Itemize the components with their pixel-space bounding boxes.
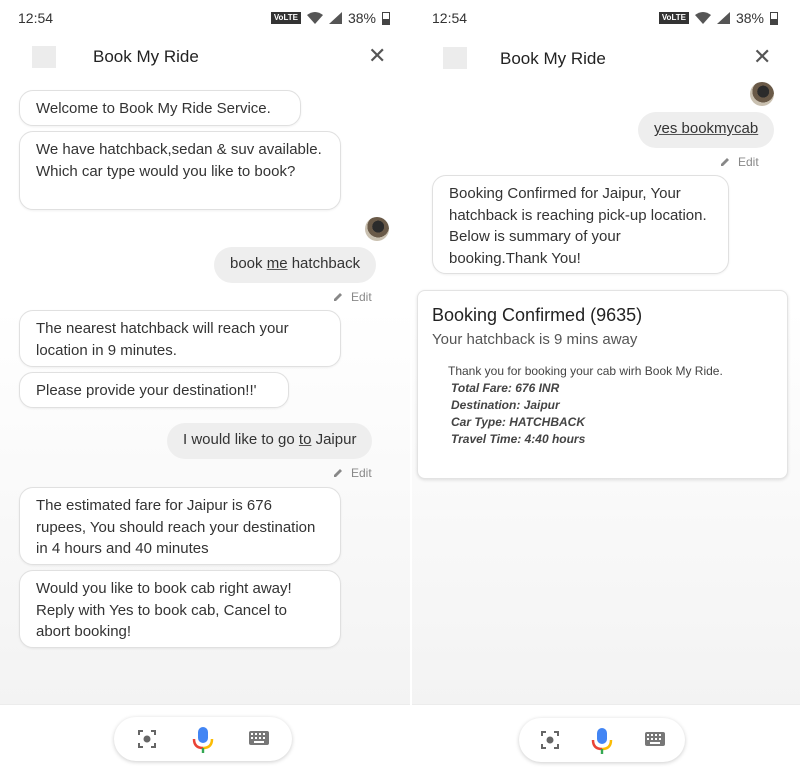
input-bar <box>412 704 800 770</box>
wifi-icon <box>306 12 323 24</box>
lens-icon[interactable] <box>539 729 561 751</box>
card-subtitle: Your hatchback is 9 mins away <box>432 331 638 348</box>
keyboard-icon[interactable] <box>248 730 270 746</box>
total-fare: Total Fare: 676 INR <box>451 381 560 395</box>
bot-message: The nearest hatchback will reach your lo… <box>19 310 341 367</box>
mic-icon[interactable] <box>591 727 613 755</box>
app-logo <box>32 46 56 68</box>
avatar <box>750 82 774 106</box>
pencil-icon <box>334 469 342 477</box>
wifi-icon <box>694 12 711 24</box>
bot-message: Booking Confirmed for Jaipur, Your hatch… <box>432 175 729 274</box>
conversation-screen-right: 12:54 VoLTE 38% Book My Ride ✕ yes bookm… <box>412 0 800 770</box>
travel-time: Travel Time: 4:40 hours <box>451 432 586 446</box>
bot-message: The estimated fare for Jaipur is 676 rup… <box>19 487 341 565</box>
user-message[interactable]: book me hatchback <box>214 247 377 283</box>
pencil-icon <box>334 293 342 301</box>
edit-button[interactable]: Edit <box>333 290 372 304</box>
bot-message: Would you like to book cab right away! R… <box>19 570 341 648</box>
user-message[interactable]: I would like to go to Jaipur <box>167 423 373 459</box>
signal-icon <box>328 12 342 24</box>
card-body: Thank you for booking your cab wirh Book… <box>448 363 723 448</box>
conversation-screen-left: 12:54 VoLTE 38% Book My Ride ✕ Welcome t… <box>0 0 410 770</box>
edit-button[interactable]: Edit <box>720 155 759 169</box>
app-header: Book My Ride ✕ <box>0 40 410 74</box>
status-time: 12:54 <box>432 10 468 26</box>
assistant-input-pill <box>519 718 685 762</box>
app-title: Book My Ride <box>500 49 606 68</box>
signal-icon <box>716 12 730 24</box>
app-title: Book My Ride <box>93 47 199 66</box>
bot-message: Welcome to Book My Ride Service. <box>19 90 301 126</box>
bot-message: We have hatchback,sedan & suv available.… <box>19 131 341 210</box>
keyboard-icon[interactable] <box>644 731 666 747</box>
status-time: 12:54 <box>18 10 54 26</box>
car-type: Car Type: HATCHBACK <box>451 415 586 429</box>
volte-icon: VoLTE <box>270 12 301 24</box>
battery-icon <box>770 11 778 25</box>
mic-icon[interactable] <box>192 726 214 754</box>
close-icon[interactable]: ✕ <box>368 45 386 67</box>
user-message[interactable]: yes bookmycab <box>638 112 775 148</box>
battery-icon <box>382 11 390 25</box>
input-bar <box>0 704 410 770</box>
assistant-input-pill <box>114 717 292 761</box>
close-icon[interactable]: ✕ <box>753 46 771 68</box>
status-bar: 12:54 VoLTE 38% <box>412 0 800 34</box>
booking-summary-card: Booking Confirmed (9635) Your hatchback … <box>417 290 788 479</box>
battery-percent: 38% <box>347 10 376 26</box>
edit-button[interactable]: Edit <box>333 466 372 480</box>
destination: Destination: Jaipur <box>451 398 560 412</box>
pencil-icon <box>721 158 729 166</box>
lens-icon[interactable] <box>136 728 158 750</box>
card-title: Booking Confirmed (9635) <box>432 305 643 325</box>
app-logo <box>443 47 467 69</box>
avatar <box>365 217 389 241</box>
bot-message: Please provide your destination!!' <box>19 372 289 408</box>
battery-percent: 38% <box>735 10 764 26</box>
status-bar: 12:54 VoLTE 38% <box>0 0 410 34</box>
volte-icon: VoLTE <box>658 12 689 24</box>
app-header: Book My Ride ✕ <box>412 40 800 74</box>
card-intro: Thank you for booking your cab wirh Book… <box>448 364 723 378</box>
